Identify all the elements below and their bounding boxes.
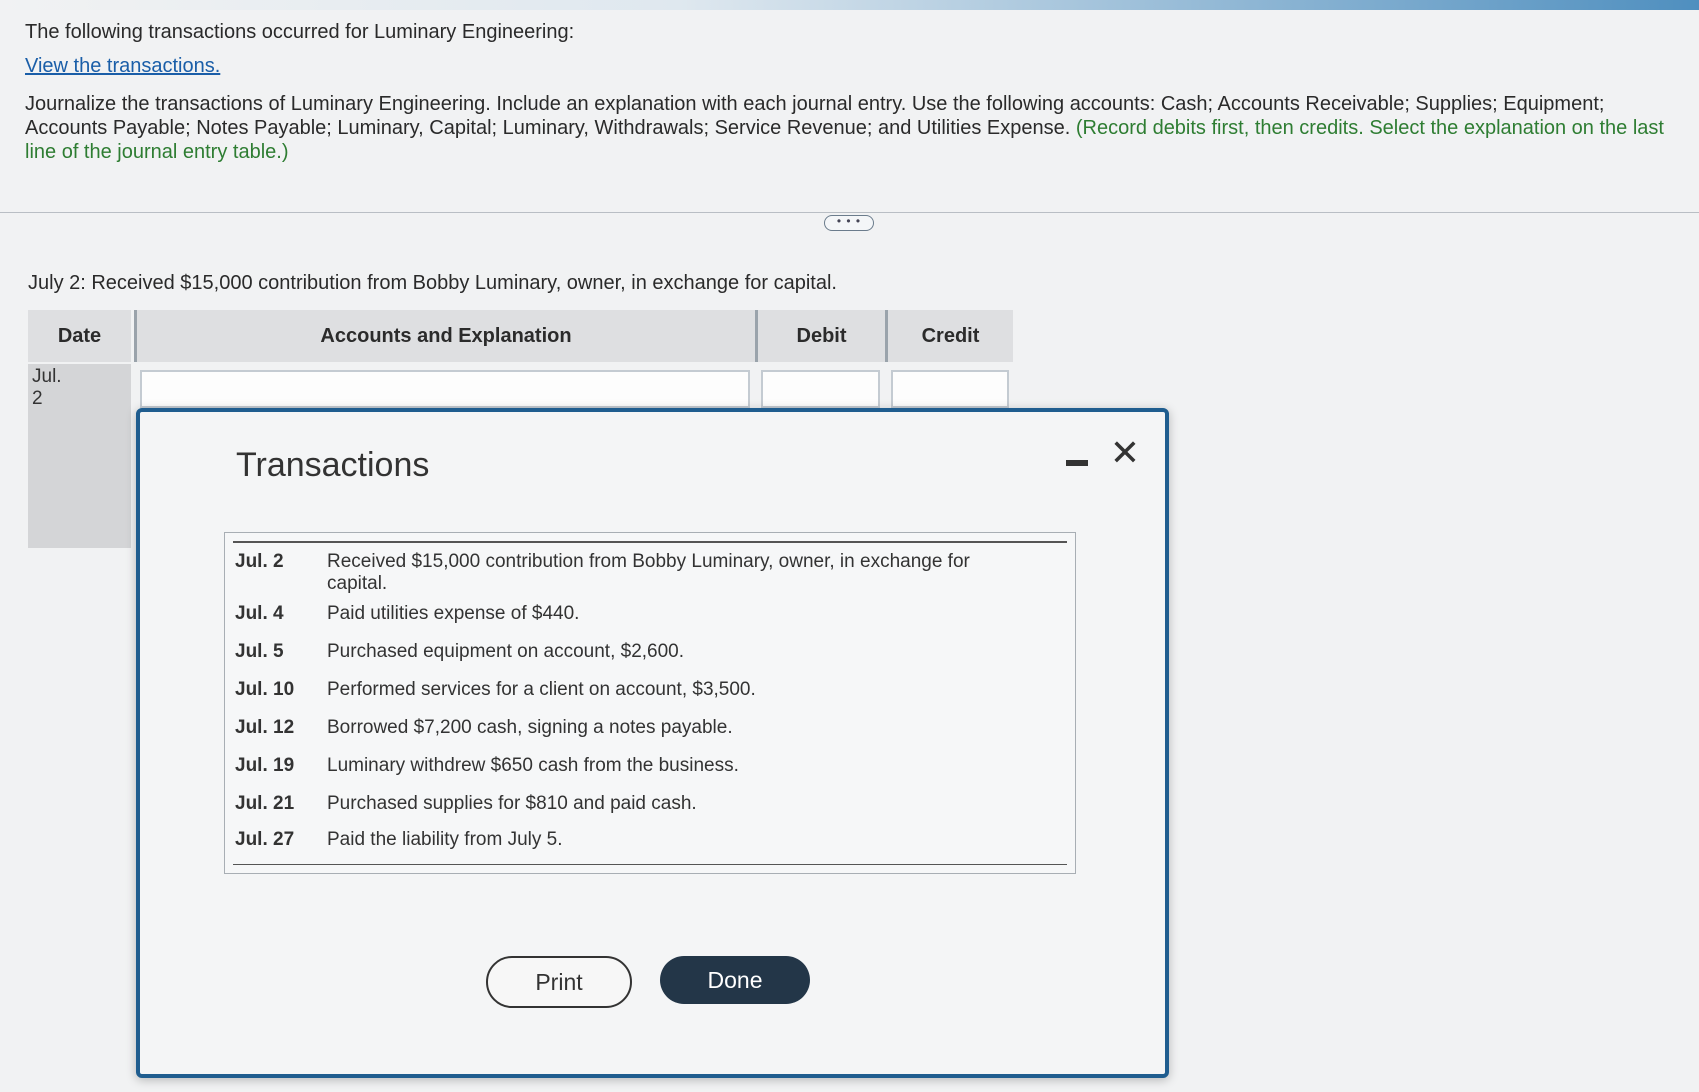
list-item: Jul. 12 Borrowed $7,200 cash, signing a …: [235, 717, 1027, 739]
view-transactions-link[interactable]: View the transactions.: [25, 54, 220, 78]
transactions-list: Jul. 2 Received $15,000 contribution fro…: [224, 532, 1076, 874]
transaction-description: Purchased supplies for $810 and paid cas…: [327, 793, 697, 814]
transaction-date: Jul. 21: [235, 793, 295, 814]
top-accent-bar: [0, 0, 1699, 10]
transaction-description: Performed services for a client on accou…: [327, 679, 756, 700]
transaction-date: Jul. 5: [235, 641, 284, 662]
list-item: Jul. 4 Paid utilities expense of $440.: [235, 603, 1027, 625]
transaction-date: Jul. 10: [235, 679, 295, 700]
column-header-debit: Debit: [755, 310, 885, 362]
account-input[interactable]: [140, 370, 750, 408]
list-bottom-rule: [233, 863, 1067, 865]
credit-input[interactable]: [891, 370, 1009, 408]
column-header-date: Date: [28, 310, 131, 362]
dialog-title: Transactions: [236, 446, 430, 484]
transaction-description: Paid utilities expense of $440.: [327, 603, 580, 624]
transaction-description: Borrowed $7,200 cash, signing a notes pa…: [327, 717, 733, 738]
list-item: Jul. 5 Purchased equipment on account, $…: [235, 641, 1027, 663]
entry-prompt: July 2: Received $15,000 contribution fr…: [28, 272, 837, 294]
list-item: Jul. 27 Paid the liability from July 5.: [235, 829, 1027, 851]
section-divider: [0, 212, 1699, 213]
list-item: Jul. 10 Performed services for a client …: [235, 679, 1027, 701]
list-item: Jul. 19 Luminary withdrew $650 cash from…: [235, 755, 1027, 777]
transaction-description: Purchased equipment on account, $2,600.: [327, 641, 685, 662]
list-item: Jul. 21 Purchased supplies for $810 and …: [235, 793, 1027, 815]
minimize-icon[interactable]: [1066, 460, 1088, 466]
transaction-description: Received $15,000 contribution from Bobby…: [327, 551, 970, 594]
column-header-credit: Credit: [885, 310, 1013, 362]
question-intro: The following transactions occurred for …: [25, 20, 1675, 164]
print-button[interactable]: Print: [486, 956, 632, 1008]
journal-row-date: Jul. 2: [32, 366, 62, 409]
list-top-rule: [233, 541, 1067, 543]
list-item: Jul. 2 Received $15,000 contribution fro…: [235, 551, 1027, 595]
transaction-date: Jul. 2: [235, 551, 284, 572]
done-button[interactable]: Done: [660, 956, 810, 1004]
transaction-date: Jul. 19: [235, 755, 295, 776]
transaction-date: Jul. 4: [235, 603, 284, 624]
transaction-description: Paid the liability from July 5.: [327, 829, 563, 850]
close-icon[interactable]: ✕: [1108, 435, 1142, 471]
transaction-description: Luminary withdrew $650 cash from the bus…: [327, 755, 739, 776]
question-instruction: Journalize the transactions of Luminary …: [25, 92, 1675, 164]
debit-input[interactable]: [761, 370, 880, 408]
column-header-accounts: Accounts and Explanation: [134, 310, 755, 362]
transactions-dialog: Transactions ✕ Jul. 2 Received $15,000 c…: [136, 408, 1169, 1078]
question-heading: The following transactions occurred for …: [25, 21, 575, 43]
transaction-date: Jul. 12: [235, 717, 295, 738]
expand-more-button[interactable]: • • •: [824, 215, 874, 231]
transaction-date: Jul. 27: [235, 829, 295, 850]
